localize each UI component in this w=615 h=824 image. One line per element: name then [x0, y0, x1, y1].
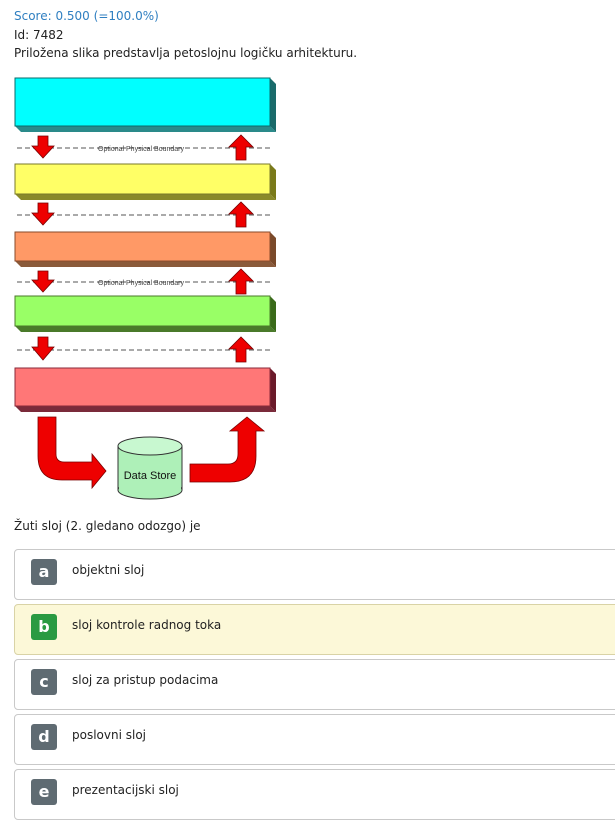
- layer-green: [14, 295, 276, 332]
- intro-text: Priložena slika predstavlja petoslojnu l…: [14, 46, 358, 60]
- option-letter-badge: a: [31, 559, 57, 585]
- option-text: sloj za pristup podacima: [72, 673, 219, 687]
- answer-option-b[interactable]: b sloj kontrole radnog toka: [14, 604, 615, 655]
- score-text: Score: 0.500 (=100.0%): [14, 9, 159, 23]
- curved-up-arrow-icon: [189, 416, 266, 483]
- question-id: Id: 7482: [14, 28, 64, 42]
- option-text: prezentacijski sloj: [72, 783, 179, 797]
- answer-option-a[interactable]: a objektni sloj: [14, 549, 615, 600]
- option-letter-badge: e: [31, 779, 57, 805]
- answer-option-d[interactable]: d poslovni sloj: [14, 714, 615, 765]
- data-store-label: Data Store: [124, 470, 177, 482]
- answer-options: a objektni sloj b sloj kontrole radnog t…: [14, 549, 615, 824]
- option-text: sloj kontrole radnog toka: [72, 618, 222, 632]
- answer-option-e[interactable]: e prezentacijski sloj: [14, 769, 615, 820]
- architecture-diagram: Optional Physical Boundary Optional Phys…: [14, 77, 276, 500]
- data-store-icon: [117, 436, 183, 500]
- boundary-label-1: Optional Physical Boundary: [98, 146, 184, 153]
- option-text: poslovni sloj: [72, 728, 147, 742]
- layer-cyan: [14, 77, 276, 132]
- down-arrow-icon: [31, 135, 55, 159]
- layer-orange: [14, 231, 276, 267]
- option-letter-badge: b: [31, 614, 57, 640]
- answer-option-c[interactable]: c sloj za pristup podacima: [14, 659, 615, 710]
- boundary-label-2: Optional Physical Boundary: [98, 280, 184, 287]
- option-letter-badge: c: [31, 669, 57, 695]
- curved-down-arrow-icon: [37, 416, 107, 490]
- down-arrow-icon: [31, 202, 55, 226]
- layer-yellow: [14, 163, 276, 200]
- down-arrow-icon: [31, 336, 55, 361]
- layer-red: [14, 367, 276, 412]
- option-letter-badge: d: [31, 724, 57, 750]
- down-arrow-icon: [31, 270, 55, 293]
- question-text: Žuti sloj (2. gledano odozgo) je: [14, 519, 201, 533]
- option-text: objektni sloj: [72, 563, 145, 577]
